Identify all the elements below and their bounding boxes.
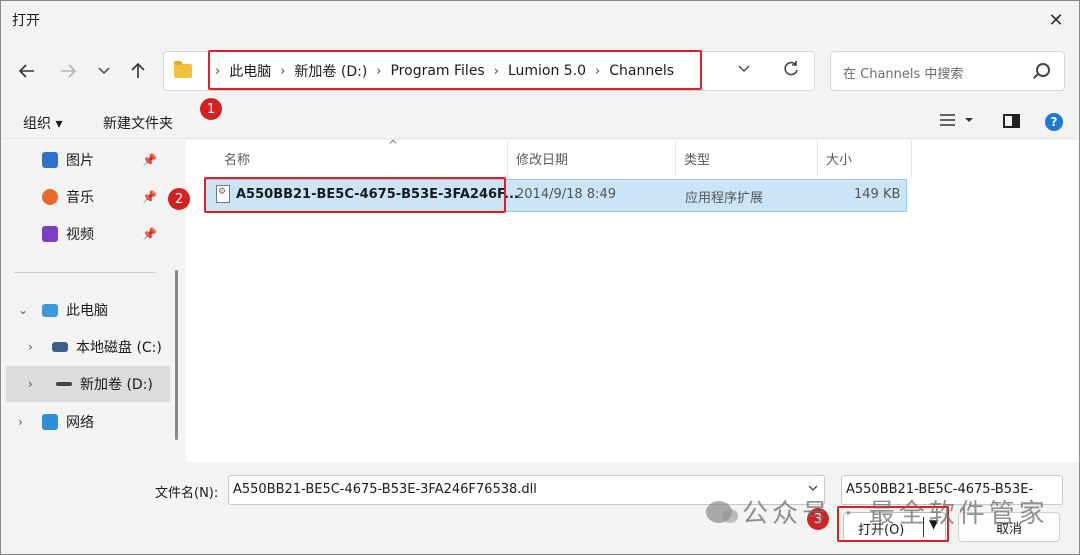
sidebar-scrollbar[interactable] [175,270,178,440]
sidebar-item-this-pc[interactable]: ⌄ 此电脑 [2,292,177,328]
sidebar-item-label: 新加卷 (D:) [80,377,153,393]
sidebar-item-pictures[interactable]: 图片 📌 [2,142,177,178]
sidebar-item-label: 图片 [66,153,94,169]
sidebar-item-drive-d[interactable]: › 新加卷 (D:) [6,366,170,402]
file-size: 149 KB [854,187,901,202]
collapsed-chevron-icon[interactable]: › [18,415,23,429]
wechat-logo-icon [706,500,738,523]
pictures-icon [42,152,58,168]
back-arrow-icon[interactable] [15,59,39,83]
video-icon [42,226,58,242]
collapsed-chevron-icon[interactable]: › [28,377,33,391]
help-icon[interactable]: ? [1045,113,1063,131]
sidebar-item-label: 音乐 [66,190,94,206]
folder-icon [174,61,192,78]
new-folder-button[interactable]: 新建文件夹 [103,113,173,133]
file-modified: 2014/9/18 8:49 [516,187,616,202]
column-header-modified[interactable]: 修改日期 [508,140,676,176]
sort-ascending-icon: ^ [388,138,399,152]
preview-pane-icon[interactable] [1003,114,1020,128]
up-arrow-icon[interactable] [126,59,150,83]
expanded-chevron-icon[interactable]: ⌄ [18,303,28,317]
command-toolbar: 组织 ▾ 新建文件夹 ? [1,105,1079,139]
step-badge-1: 1 [199,97,223,121]
sidebar-item-label: 此电脑 [66,303,108,319]
column-header-name[interactable]: 名称 ^ [216,138,508,176]
sidebar-item-videos[interactable]: 视频 📌 [2,216,177,252]
sidebar-item-label: 本地磁盘 (C:) [76,340,162,356]
open-file-dialog: 打开 ✕ › 此电脑 › 新加卷 (D:) › Program Files › [0,0,1080,555]
pin-icon: 📌 [142,227,157,241]
forward-arrow-icon[interactable] [56,59,80,83]
view-options-icon[interactable] [939,111,973,133]
column-header-label: 类型 [684,152,711,168]
pin-icon: 📌 [142,190,157,204]
network-icon [42,414,58,430]
highlight-file-row [204,177,506,213]
sidebar-item-music[interactable]: 音乐 📌 [2,179,177,215]
column-header-size[interactable]: 大小 [818,140,912,176]
pin-icon: 📌 [142,153,157,167]
sidebar-item-label: 网络 [66,415,94,431]
highlight-address-bar [208,50,702,90]
watermark: 公众号 · 最全软件管家 [706,493,1049,530]
filename-label: 文件名(N): [155,486,219,501]
search-input[interactable]: 在 Channels 中搜索 [830,51,1065,91]
search-icon [1036,63,1050,77]
step-badge-2: 2 [167,187,191,211]
music-icon [42,189,58,205]
refresh-icon[interactable] [782,60,800,83]
collapsed-chevron-icon[interactable]: › [28,340,33,354]
sidebar-divider [14,272,156,273]
sidebar-item-drive-c[interactable]: › 本地磁盘 (C:) [2,329,177,365]
title-bar: 打开 ✕ [1,1,1079,39]
dialog-title: 打开 [12,13,40,29]
computer-icon [42,303,58,317]
search-placeholder: 在 Channels 中搜索 [843,67,964,82]
column-header-type[interactable]: 类型 [676,140,818,176]
drive-c-icon [52,342,68,352]
column-header-label: 名称 [224,152,251,168]
sidebar-item-label: 视频 [66,227,94,243]
column-header-label: 大小 [826,152,853,168]
watermark-text: 公众号 · 最全软件管家 [742,499,1049,529]
organize-menu-button[interactable]: 组织 ▾ [23,113,62,133]
drive-d-icon [56,382,72,386]
sidebar-item-network[interactable]: › 网络 [2,404,177,440]
address-dropdown-chevron-icon[interactable] [738,62,750,76]
file-type: 应用程序扩展 [685,191,764,206]
column-header-label: 修改日期 [516,152,569,168]
close-icon[interactable]: ✕ [1039,5,1073,35]
recent-locations-chevron-icon[interactable] [92,59,116,83]
navigation-pane: 图片 📌 音乐 📌 视频 📌 ⌄ 此电脑 › 本地磁盘 (C:) › 新加卷 ( [2,140,182,462]
filename-value: A550BB21-BE5C-4675-B53E-3FA246F76538.dll [233,482,537,497]
